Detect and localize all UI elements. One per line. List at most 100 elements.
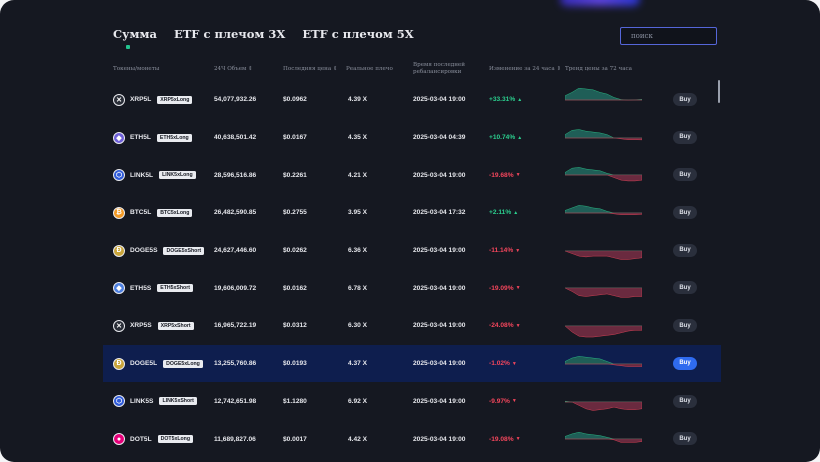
token-badge: XRP5xLong xyxy=(157,95,193,104)
sparkline-negative-area xyxy=(565,175,642,182)
price-value: $0.0312 xyxy=(283,322,307,330)
header-price[interactable]: Последняя цена ⇕ xyxy=(283,66,338,73)
token-cell[interactable]: ⬡ LINK5L LINK5xLong xyxy=(113,156,196,194)
search-input[interactable] xyxy=(620,27,717,45)
table-row[interactable]: ⬡ LINK5L LINK5xLong 28,596,516.86 $0.2261 4.2… xyxy=(0,156,820,194)
trend-sparkline xyxy=(565,205,642,215)
rebalance-time: 2025-03-04 19:00 xyxy=(413,397,466,405)
leverage-value: 4.37 X xyxy=(348,360,368,368)
leverage-value: 4.21 X xyxy=(348,171,368,179)
volume-value: 26,482,590.85 xyxy=(214,209,257,217)
table-row[interactable]: ₿ BTC5L BTC5xLong 26,482,590.85 $0.2755 3.95 … xyxy=(0,194,820,232)
token-cell[interactable]: ₿ BTC5L BTC5xLong xyxy=(113,194,193,232)
token-cell[interactable]: ◆ ETH5S ETH5xShort xyxy=(113,269,193,307)
sparkline-negative-area xyxy=(565,363,642,367)
volume-value: 13,255,760.86 xyxy=(214,360,257,368)
table-row[interactable]: ✕ XRP5L XRP5xLong 54,077,932.26 $0.0962 4.39 … xyxy=(0,81,820,119)
buy-button[interactable]: Buy xyxy=(673,168,697,182)
sparkline-positive-area xyxy=(565,167,642,176)
change-percent: -24.08% xyxy=(489,322,514,330)
table-row[interactable]: ◆ ETH5S ETH5xShort 19,606,009.72 $0.0162 6.78… xyxy=(0,269,820,307)
volume-value: 40,638,501.42 xyxy=(214,134,257,142)
header-leverage: Реальное плечо xyxy=(346,66,393,72)
sparkline-negative-area xyxy=(565,137,642,140)
arrow-down-icon: ▼ xyxy=(511,360,517,367)
price-value: $0.0193 xyxy=(283,360,307,368)
table-row[interactable]: ● DOT5L DOT5xLong 11,689,827.06 $0.0017 4.42 … xyxy=(0,420,820,458)
header-rebalance: Время последней ребалансировки xyxy=(413,62,465,75)
change-percent: +2.11% xyxy=(489,209,512,217)
token-badge: ETH5xShort xyxy=(157,284,193,293)
token-symbol: DOT5L xyxy=(130,435,152,443)
rebalance-time: 2025-03-04 19:00 xyxy=(413,435,466,443)
buy-button[interactable]: Buy xyxy=(673,356,697,370)
buy-button[interactable]: Buy xyxy=(673,394,697,408)
leverage-value: 6.30 X xyxy=(348,322,368,330)
token-badge: ETH5xLong xyxy=(156,133,192,142)
volume-value: 16,965,722.19 xyxy=(214,322,257,330)
volume-value: 54,077,932.26 xyxy=(214,96,257,104)
buy-button[interactable]: Buy xyxy=(673,281,697,295)
buy-button[interactable]: Buy xyxy=(673,93,697,106)
token-cell[interactable]: ● DOT5L DOT5xLong xyxy=(113,420,194,458)
table-row[interactable]: ✕ XRP5S XRP5xShort 16,965,722.19 $0.0312 6.30… xyxy=(0,307,820,345)
rebalance-time: 2025-03-04 19:00 xyxy=(413,171,466,179)
change-percent: +10.74% xyxy=(489,134,516,142)
tab-etf-5x[interactable]: ETF с плечом 5X xyxy=(302,27,413,49)
token-cell[interactable]: ⬡ LINK5S LINK5xShort xyxy=(113,383,197,421)
sparkline-positive-area xyxy=(565,128,642,138)
buy-button[interactable]: Buy xyxy=(673,432,697,446)
token-cell[interactable]: ◆ ETH5L ETH5xLong xyxy=(113,119,192,157)
arrow-down-icon: ▼ xyxy=(515,247,521,254)
rebalance-time: 2025-03-04 19:00 xyxy=(413,322,466,330)
tab-sum[interactable]: Сумма xyxy=(113,27,157,49)
change-percent: +33.31% xyxy=(489,96,516,104)
header-change[interactable]: Изменение за 24 часа ⇕ xyxy=(489,66,561,73)
table-row[interactable]: ◆ ETH5L ETH5xLong 40,638,501.42 $0.0167 4.35 … xyxy=(0,119,820,157)
rebalance-time: 2025-03-04 19:00 xyxy=(413,360,466,368)
eth-icon: ◆ xyxy=(113,131,125,144)
trend-sparkline xyxy=(565,432,642,443)
buy-button[interactable]: Buy xyxy=(673,243,697,257)
header-token: Токены/монеты xyxy=(113,66,160,72)
rebalance-time: 2025-03-04 19:00 xyxy=(413,96,466,104)
buy-button[interactable]: Buy xyxy=(673,319,697,333)
token-badge: XRP5xShort xyxy=(157,321,194,330)
header-volume[interactable]: 24Ч Объем ⇕ xyxy=(214,66,253,73)
change-value: -19.08% ▼ xyxy=(489,420,521,458)
token-cell[interactable]: Ð DOGE5S DOGE5xShort xyxy=(113,232,205,270)
table-row[interactable]: Ð DOGE5L DOGE5xLong 13,255,760.86 $0.0193 4.3… xyxy=(0,344,820,383)
token-symbol: ETH5L xyxy=(130,134,151,142)
tab-etf-3x[interactable]: ETF с плечом 3X xyxy=(174,27,285,49)
change-percent: -1.02% xyxy=(489,360,510,368)
change-value: -9.97% ▼ xyxy=(489,383,517,421)
arrow-down-icon: ▼ xyxy=(515,172,521,179)
sparkline-positive-area xyxy=(565,88,642,101)
buy-button[interactable]: Buy xyxy=(673,130,697,144)
eth-icon: ◆ xyxy=(113,282,125,295)
change-value: -19.68% ▼ xyxy=(489,156,521,194)
doge-icon: Ð xyxy=(113,244,125,257)
leverage-value: 6.36 X xyxy=(348,247,368,255)
token-cell[interactable]: ✕ XRP5S XRP5xShort xyxy=(113,307,194,345)
price-value: $0.2261 xyxy=(283,171,307,179)
leverage-value: 3.95 X xyxy=(348,209,368,217)
token-badge: DOT5xLong xyxy=(157,435,194,444)
table-row[interactable]: ⬡ LINK5S LINK5xShort 12,742,651.98 $1.1280 6.… xyxy=(0,383,820,421)
top-glow-decoration xyxy=(560,0,640,6)
change-percent: -11.14% xyxy=(489,247,514,255)
change-value: +2.11% ▲ xyxy=(489,194,518,232)
table-row[interactable]: Ð DOGE5S DOGE5xShort 24,627,446.60 $0.0262 6.… xyxy=(0,232,820,270)
xrp-icon: ✕ xyxy=(113,319,125,332)
buy-button[interactable]: Buy xyxy=(673,206,697,220)
token-cell[interactable]: Ð DOGE5L DOGE5xLong xyxy=(113,345,203,383)
leverage-value: 6.78 X xyxy=(348,284,368,292)
price-value: $0.0162 xyxy=(283,284,307,292)
change-percent: -9.97% xyxy=(489,397,510,405)
token-table: ✕ XRP5L XRP5xLong 54,077,932.26 $0.0962 4.39 … xyxy=(0,81,820,458)
token-symbol: DOGE5S xyxy=(130,247,158,255)
token-symbol: XRP5S xyxy=(130,322,152,330)
token-symbol: LINK5S xyxy=(130,397,154,405)
token-cell[interactable]: ✕ XRP5L XRP5xLong xyxy=(113,81,193,119)
trend-sparkline xyxy=(565,355,642,367)
